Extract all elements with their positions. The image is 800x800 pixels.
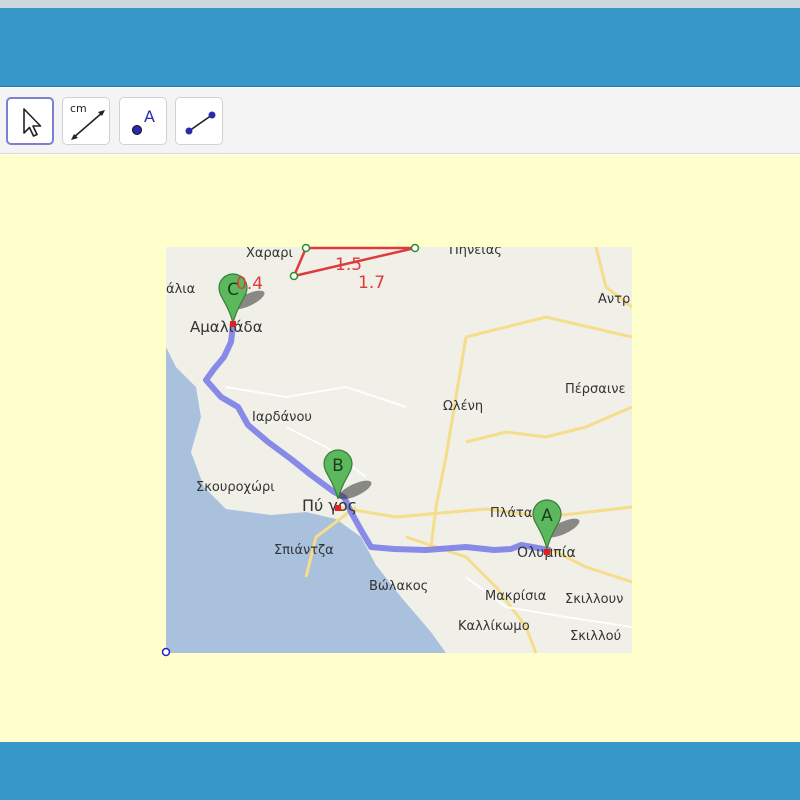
label-olena: Ωλένη xyxy=(443,399,483,414)
header-bar xyxy=(0,8,800,87)
move-tool-button[interactable] xyxy=(6,97,54,145)
distance-cm-icon: cm xyxy=(70,102,105,140)
point-a[interactable] xyxy=(544,549,550,555)
point-icon: A xyxy=(132,107,155,135)
window-top-strip xyxy=(0,0,800,8)
label-skillountia-2: Σκιλλού xyxy=(570,629,621,644)
label-amaliada: Αμαλιάδα xyxy=(190,318,263,336)
label-spiantza: Σπιάντζα xyxy=(274,543,334,558)
segment-icon xyxy=(185,111,216,135)
label-alia: άλια xyxy=(166,282,195,297)
label-volakos: Βώλακος xyxy=(369,579,428,594)
distance-tool-button[interactable]: cm xyxy=(62,97,110,145)
image-corner-point[interactable] xyxy=(161,647,171,657)
segment-label-1-5: 1.5 xyxy=(335,255,362,275)
cursor-arrow-icon xyxy=(23,108,42,137)
label-perseine: Πέρσαινε xyxy=(565,382,626,397)
label-kallikomo: Καλλίκωμο xyxy=(458,619,530,634)
point-tool-button[interactable]: A xyxy=(119,97,167,145)
point-c[interactable] xyxy=(230,321,236,327)
label-pineias: Πηνειας xyxy=(449,247,502,258)
segment-point-1 xyxy=(301,243,311,253)
footer-bar xyxy=(0,742,800,800)
segment-point-2 xyxy=(410,243,420,253)
point-tool-text: A xyxy=(144,107,155,126)
label-iardanou: Ιαρδάνου xyxy=(252,410,312,425)
distance-tool-text: cm xyxy=(70,102,87,115)
label-skourochori: Σκουροχώρι xyxy=(196,480,275,495)
point-b[interactable] xyxy=(335,505,341,511)
label-antr: Αντρ xyxy=(598,292,630,307)
label-makrisia: Μακρίσια xyxy=(485,589,546,604)
label-charari: Χαραρι xyxy=(246,247,293,261)
label-platanos: Πλάτα xyxy=(490,506,532,521)
pin-a-letter: A xyxy=(541,506,553,526)
toolbar: cm A xyxy=(0,88,800,154)
segment-label-0-4: 0.4 xyxy=(236,274,263,294)
segment-label-1-7: 1.7 xyxy=(358,273,385,293)
segment-point-3 xyxy=(289,271,299,281)
label-pyrgos: Πύ γος xyxy=(302,496,357,515)
pin-b-letter: B xyxy=(332,456,344,476)
segment-tool-button[interactable] xyxy=(175,97,223,145)
label-skillountia-1: Σκιλλουν xyxy=(565,592,623,607)
